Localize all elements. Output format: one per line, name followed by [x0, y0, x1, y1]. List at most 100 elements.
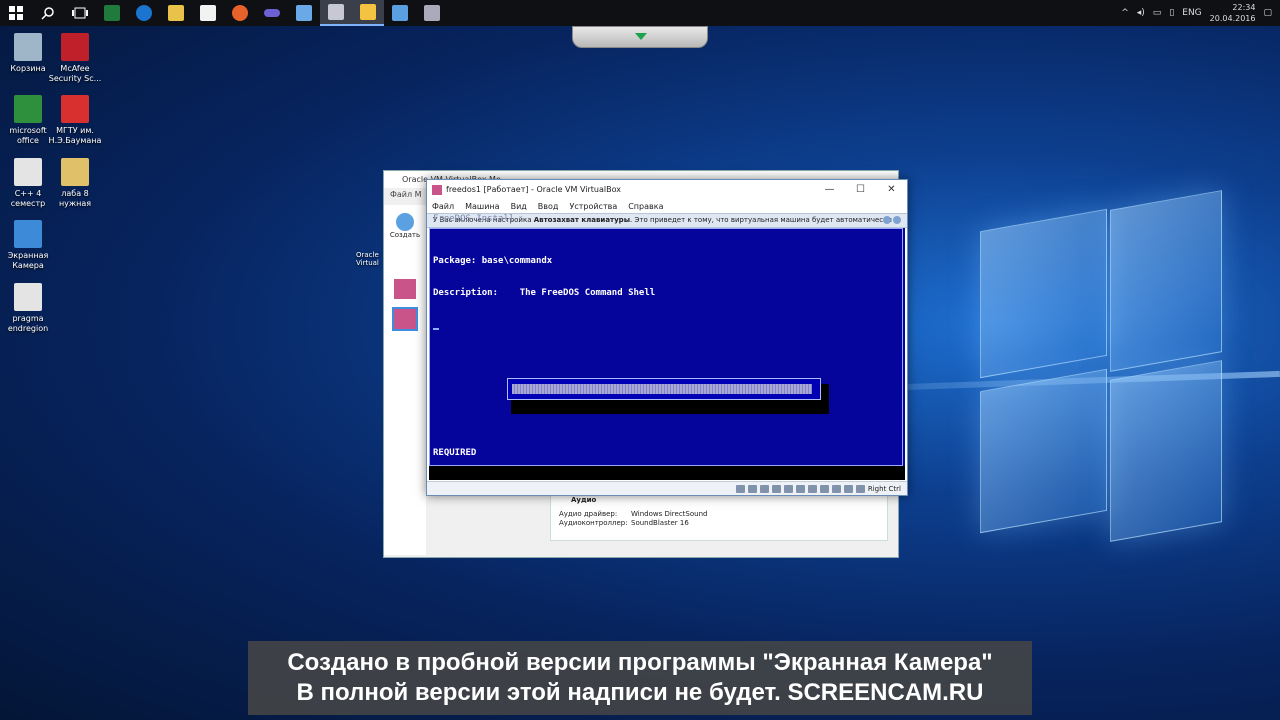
- recycle-bin-icon: [14, 33, 42, 61]
- description-line: Description: The FreeDOS Command Shell: [433, 288, 656, 298]
- create-vm-button[interactable]: Создать: [384, 231, 426, 239]
- monitor-icon: [392, 5, 408, 21]
- vm-window[interactable]: freedos1 [Работает] - Oracle VM VirtualB…: [426, 179, 908, 496]
- firefox-taskbar-button[interactable]: [224, 0, 256, 26]
- mcafee-shield-icon: [61, 33, 89, 61]
- manager-app-taskbar-button[interactable]: [288, 0, 320, 26]
- text-cursor: [433, 328, 439, 330]
- usb-icon[interactable]: [783, 484, 793, 493]
- store-icon: [200, 5, 216, 21]
- required-label: REQUIRED: [433, 448, 477, 458]
- firefox-icon: [232, 5, 248, 21]
- host-key-label: Right Ctrl: [867, 484, 901, 493]
- vm-mini-toolbar-tab[interactable]: [572, 26, 708, 48]
- document-icon: [61, 158, 89, 186]
- network-tray-icon[interactable]: ▭: [1153, 8, 1162, 18]
- vm-titlebar[interactable]: freedos1 [Работает] - Oracle VM VirtualB…: [427, 180, 907, 199]
- video-capture-icon[interactable]: [819, 484, 829, 493]
- watermark-line-2: В полной версии этой надписи не будет. S…: [296, 679, 984, 706]
- store-taskbar-button[interactable]: [192, 0, 224, 26]
- excel-icon: [104, 5, 120, 21]
- infinity-icon: [264, 9, 280, 17]
- audio-row-label: Аудио драйвер:: [559, 510, 618, 518]
- edge-icon: [136, 5, 152, 21]
- clock[interactable]: 22:34 20.04.2016: [1210, 2, 1256, 24]
- watermark-line-1: Создано в пробной версии программы "Экра…: [287, 649, 993, 676]
- manager-side-label: Oracle Virtual: [356, 251, 379, 267]
- action-center-icon[interactable]: ▢: [1263, 8, 1272, 18]
- trial-watermark: Создано в пробной версии программы "Экра…: [248, 641, 1032, 715]
- folder-icon: [168, 5, 184, 21]
- vm-status-bar: Right Ctrl: [427, 481, 907, 495]
- task-view-button[interactable]: [64, 0, 96, 26]
- audio-row: Аудиоконтроллер: SoundBlaster 16: [551, 519, 887, 528]
- close-button[interactable]: ✕: [876, 184, 907, 195]
- desktop-icon-bmstu[interactable]: МГТУ им. Н.Э.Баумана: [47, 95, 103, 146]
- notice-text-cont: . Это приведет к тому, что виртуальная м…: [630, 216, 892, 224]
- windows-logo-wallpaper: [900, 190, 1222, 550]
- notification-icon[interactable]: ▯: [1169, 8, 1174, 18]
- hdd-icon[interactable]: [735, 484, 745, 493]
- cd-icon[interactable]: [747, 484, 757, 493]
- document-icon: [14, 283, 42, 311]
- search-button[interactable]: [32, 0, 64, 26]
- freedos-app-icon: [432, 184, 442, 195]
- excel-taskbar-button[interactable]: [96, 0, 128, 26]
- display-icon[interactable]: [807, 484, 817, 493]
- installer-icon: [14, 95, 42, 123]
- menu-file[interactable]: Файл: [432, 202, 454, 211]
- desktop-icon-mcafee[interactable]: McAfee Security Sc...: [47, 33, 103, 84]
- create-vm-icon[interactable]: [396, 213, 414, 231]
- window-app-icon: [296, 5, 312, 21]
- menu-devices[interactable]: Устройства: [569, 202, 617, 211]
- mouse-integration-icon[interactable]: [843, 484, 853, 493]
- cpu-icon[interactable]: [831, 484, 841, 493]
- screen-bottom-bar: [429, 466, 905, 480]
- menu-view[interactable]: Вид: [511, 202, 527, 211]
- vm-shield-icon: [360, 4, 376, 20]
- vm-title: freedos1 [Работает] - Oracle VM VirtualB…: [446, 185, 621, 194]
- audio-row-value: Windows DirectSound: [631, 510, 708, 518]
- menu-help[interactable]: Справка: [628, 202, 663, 211]
- manager-sidebar: Создать: [384, 205, 426, 555]
- remote-desktop-taskbar-button[interactable]: [384, 0, 416, 26]
- virtualbox-taskbar-button[interactable]: [320, 0, 352, 26]
- vm-menu-bar: Файл Машина Вид Ввод Устройства Справка: [427, 199, 907, 213]
- desktop-icon-label: лаба 8 нужная: [58, 189, 92, 208]
- info-icon[interactable]: [883, 216, 891, 224]
- menu-machine[interactable]: Машина: [465, 202, 499, 211]
- progress-fill: [512, 384, 812, 394]
- explorer-taskbar-button[interactable]: [160, 0, 192, 26]
- virtualbox-vm-taskbar-button[interactable]: [352, 0, 384, 26]
- audio-details-panel: Аудио Аудио драйвер: Windows DirectSound …: [550, 491, 888, 541]
- document-icon: [14, 158, 42, 186]
- install-progress-bar: [507, 378, 821, 400]
- maximize-button[interactable]: ☐: [845, 184, 876, 195]
- chevron-up-icon[interactable]: ^: [1121, 8, 1129, 18]
- shared-folder-icon[interactable]: [795, 484, 805, 493]
- minimize-button[interactable]: —: [814, 184, 845, 195]
- volume-icon[interactable]: ◂): [1137, 8, 1145, 18]
- desktop-icon-screen-camera[interactable]: Экранная Камера: [0, 220, 56, 271]
- language-indicator[interactable]: ENG: [1182, 8, 1201, 18]
- vm-list-item-icon[interactable]: [394, 279, 416, 299]
- freedos-install-title: FreeDOS Install: [433, 214, 515, 224]
- vm-list-item-selected-icon[interactable]: [392, 307, 418, 331]
- start-button[interactable]: [0, 0, 32, 26]
- network-tool-taskbar-button[interactable]: [416, 0, 448, 26]
- power-button-icon: [61, 95, 89, 123]
- menu-input[interactable]: Ввод: [538, 202, 559, 211]
- edge-taskbar-button[interactable]: [128, 0, 160, 26]
- infinity-app-taskbar-button[interactable]: [256, 0, 288, 26]
- desktop-icon-label: МГТУ им. Н.Э.Баумана: [48, 126, 102, 145]
- keyboard-icon[interactable]: [855, 484, 865, 493]
- taskbar: ^ ◂) ▭ ▯ ENG 22:34 20.04.2016 ▢: [0, 0, 1280, 26]
- task-view-icon: [72, 7, 88, 19]
- desktop-icon-pragma-endregion[interactable]: pragma endregion: [0, 283, 56, 334]
- audio-status-icon[interactable]: [759, 484, 769, 493]
- audio-row-label: Аудиоконтроллер:: [559, 519, 628, 527]
- network-status-icon[interactable]: [771, 484, 781, 493]
- desktop-icon-lab8[interactable]: лаба 8 нужная: [47, 158, 103, 209]
- close-notice-icon[interactable]: [893, 216, 901, 224]
- vm-display[interactable]: Package: base\commandx Description: The …: [429, 228, 905, 480]
